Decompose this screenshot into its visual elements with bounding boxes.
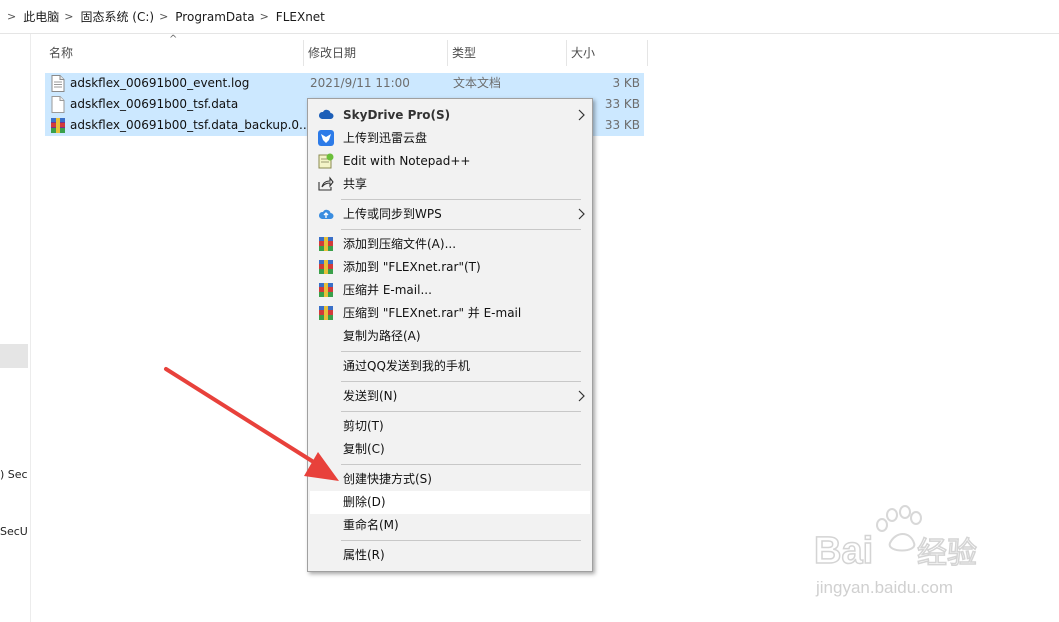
menu-item-label: 重命名(M)	[343, 518, 399, 532]
breadcrumb-item[interactable]: > FLEXnet	[255, 0, 325, 33]
chevron-right-icon: >	[259, 10, 269, 23]
winrar-archive-icon	[51, 118, 65, 133]
file-size: 33 KB	[604, 97, 640, 111]
menu-separator	[341, 381, 581, 382]
wps-cloud-upload-icon	[318, 209, 334, 219]
menu-item-label: 压缩并 E-mail...	[343, 283, 432, 297]
file-name: adskflex_00691b00_tsf.data_backup.0...	[70, 118, 311, 132]
menu-item-share[interactable]: 共享	[310, 173, 590, 196]
menu-item-create-shortcut[interactable]: 创建快捷方式(S)	[310, 468, 590, 491]
chevron-right-icon: >	[64, 10, 74, 23]
menu-separator	[341, 464, 581, 465]
nav-item-label[interactable]: ) Sec	[0, 468, 28, 481]
menu-item-copy-as-path[interactable]: 复制为路径(A)	[310, 325, 590, 348]
chevron-right-icon: >	[7, 10, 17, 23]
svg-text:Bai: Bai	[814, 530, 873, 572]
menu-item-send-to[interactable]: 发送到(N)	[310, 385, 590, 408]
winrar-icon	[319, 306, 333, 320]
svg-text:经验: 经验	[917, 537, 977, 570]
column-header-type[interactable]: 类型	[448, 40, 567, 66]
navigation-pane[interactable]: ) Sec SecU	[0, 34, 31, 622]
menu-item-label: 剪切(T)	[343, 419, 384, 433]
menu-item-label: 删除(D)	[343, 495, 386, 509]
menu-item-label: 上传到迅雷云盘	[343, 131, 428, 145]
menu-item-send-via-qq[interactable]: 通过QQ发送到我的手机	[310, 355, 590, 378]
menu-item-rename[interactable]: 重命名(M)	[310, 514, 590, 537]
menu-item-add-to-archive[interactable]: 添加到压缩文件(A)...	[310, 233, 590, 256]
share-icon	[318, 176, 334, 191]
menu-separator	[341, 540, 581, 541]
file-date: 2021/9/11 11:00	[310, 76, 410, 90]
menu-item-add-to-flexnet-rar[interactable]: 添加到 "FLEXnet.rar"(T)	[310, 256, 590, 279]
address-bar[interactable]: > 此电脑 > 固态系统 (C:) > ProgramData > FLEXne…	[0, 0, 1059, 34]
notepad-plus-icon	[318, 153, 334, 169]
menu-separator	[341, 411, 581, 412]
menu-item-label: 上传或同步到WPS	[343, 207, 442, 221]
breadcrumb-item[interactable]: > 固态系统 (C:)	[59, 0, 154, 33]
menu-separator	[341, 199, 581, 200]
menu-item-label: 复制(C)	[343, 442, 385, 456]
menu-item-label: Edit with Notepad++	[343, 154, 471, 168]
file-size: 33 KB	[604, 118, 640, 132]
menu-separator	[341, 229, 581, 230]
menu-item-label: 创建快捷方式(S)	[343, 472, 432, 486]
baidu-watermark: Bai 经验 jingyan.baidu.com	[812, 505, 1012, 600]
winrar-icon	[319, 283, 333, 297]
breadcrumb-label: 固态系统 (C:)	[80, 10, 155, 24]
breadcrumb-label: FLEXnet	[275, 9, 325, 24]
chevron-right-icon	[578, 208, 585, 220]
nav-selected-item[interactable]	[0, 344, 28, 368]
menu-item-delete[interactable]: 删除(D)	[310, 491, 590, 514]
menu-item-copy[interactable]: 复制(C)	[310, 438, 590, 461]
file-type: 文本文档	[453, 76, 502, 90]
menu-item-properties[interactable]: 属性(R)	[310, 544, 590, 567]
menu-item-upload-thunder[interactable]: 上传到迅雷云盘	[310, 127, 590, 150]
winrar-icon	[319, 237, 333, 251]
column-header-date[interactable]: 修改日期	[304, 40, 448, 66]
thunder-bird-icon	[318, 130, 334, 146]
breadcrumb-item[interactable]: > 此电脑	[2, 0, 59, 33]
menu-item-label: SkyDrive Pro(S)	[343, 108, 451, 122]
menu-item-compress-flexnet-email[interactable]: 压缩到 "FLEXnet.rar" 并 E-mail	[310, 302, 590, 325]
file-row[interactable]: adskflex_00691b00_event.log 2021/9/11 11…	[45, 73, 644, 94]
winrar-icon	[319, 260, 333, 274]
menu-item-label: 共享	[343, 177, 368, 191]
menu-item-skydrive-pro[interactable]: SkyDrive Pro(S)	[310, 104, 590, 127]
menu-item-label: 复制为路径(A)	[343, 329, 421, 343]
svg-text:jingyan.baidu.com: jingyan.baidu.com	[815, 578, 953, 597]
menu-item-compress-email[interactable]: 压缩并 E-mail...	[310, 279, 590, 302]
breadcrumb-item[interactable]: > ProgramData	[154, 0, 255, 33]
blank-file-icon	[51, 96, 65, 113]
context-menu: SkyDrive Pro(S) 上传到迅雷云盘 Edit with Notepa…	[307, 98, 593, 572]
cloud-icon	[318, 109, 334, 119]
menu-item-label: 压缩到 "FLEXnet.rar" 并 E-mail	[343, 306, 522, 320]
file-name: adskflex_00691b00_event.log	[70, 76, 250, 90]
breadcrumb-label: ProgramData	[175, 9, 255, 24]
column-header-size[interactable]: 大小	[567, 40, 648, 66]
chevron-right-icon: >	[159, 10, 169, 23]
nav-item-label[interactable]: SecU	[0, 525, 28, 538]
menu-item-label: 属性(R)	[343, 548, 385, 562]
file-size: 3 KB	[612, 76, 640, 90]
text-file-icon	[51, 75, 65, 92]
menu-item-edit-notepad[interactable]: Edit with Notepad++	[310, 150, 590, 173]
file-name: adskflex_00691b00_tsf.data	[70, 97, 239, 111]
chevron-right-icon	[578, 390, 585, 402]
menu-item-label: 发送到(N)	[343, 389, 398, 403]
menu-item-label: 添加到压缩文件(A)...	[343, 237, 457, 251]
baidu-paw-logo: Bai 经验 jingyan.baidu.com	[813, 505, 978, 597]
menu-item-label: 通过QQ发送到我的手机	[343, 359, 470, 373]
menu-separator	[341, 351, 581, 352]
menu-item-label: 添加到 "FLEXnet.rar"(T)	[343, 260, 481, 274]
menu-item-cut[interactable]: 剪切(T)	[310, 415, 590, 438]
column-header-name[interactable]: 名称	[45, 40, 304, 66]
menu-item-upload-wps[interactable]: 上传或同步到WPS	[310, 203, 590, 226]
chevron-right-icon	[578, 109, 585, 121]
breadcrumb-label: 此电脑	[23, 10, 60, 24]
